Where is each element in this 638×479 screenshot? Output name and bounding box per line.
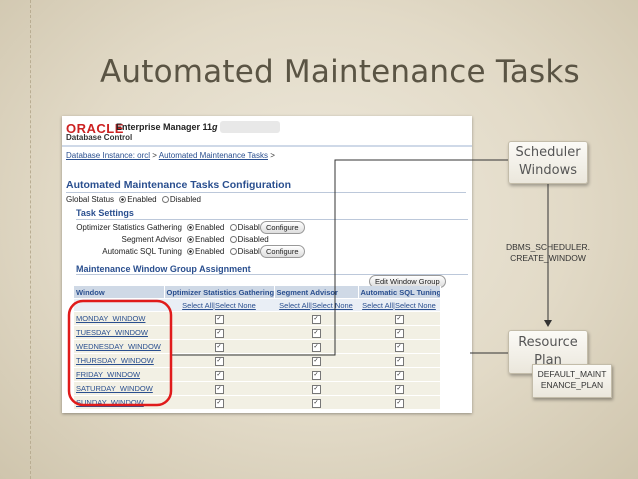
scheduler-to-windows-connector: [170, 159, 508, 356]
plan-label-line1: DEFAULT_MAINT: [537, 369, 607, 379]
connector-lines: [67, 159, 552, 407]
window-highlight-oval: [67, 299, 173, 407]
plan-label-line2: ENANCE_PLAN: [540, 380, 604, 390]
default-maintenance-plan-box: DEFAULT_MAINT ENANCE_PLAN: [532, 364, 612, 398]
